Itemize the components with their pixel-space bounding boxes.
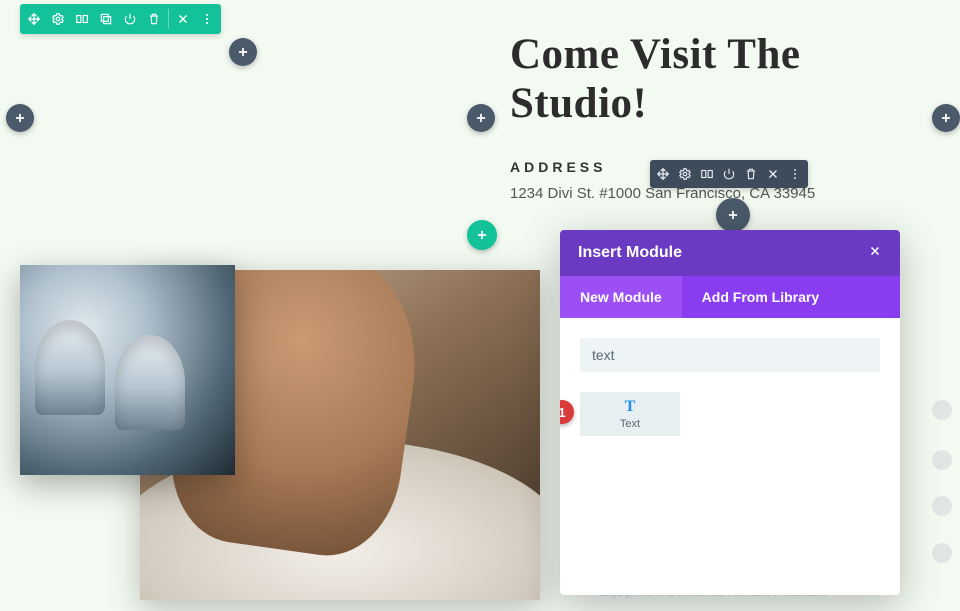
modal-body: T Text 1 [560, 318, 900, 595]
columns-icon[interactable] [697, 164, 717, 184]
tab-add-from-library[interactable]: Add From Library [682, 276, 839, 318]
section-toolbar [20, 4, 221, 34]
module-toolbar [650, 160, 808, 188]
modal-title: Insert Module [578, 244, 682, 262]
image-stack [20, 270, 545, 600]
modal-header[interactable]: Insert Module [560, 230, 900, 276]
add-column-right-button[interactable] [932, 104, 960, 132]
gear-icon[interactable] [675, 164, 695, 184]
page-canvas: Come Visit The Studio! ADDRESS 1234 Divi… [0, 0, 960, 611]
ghost-add-2[interactable] [932, 450, 952, 470]
page-heading: Come Visit The Studio! [510, 30, 910, 129]
step-badge-1: 1 [560, 400, 574, 424]
columns-icon[interactable] [71, 8, 93, 30]
tab-new-module[interactable]: New Module [560, 276, 682, 318]
add-column-left-button[interactable] [6, 104, 34, 132]
more-icon[interactable] [785, 164, 805, 184]
modal-tabs: New Module Add From Library [560, 276, 900, 318]
module-item-text[interactable]: T Text [580, 392, 680, 436]
add-section-button[interactable] [229, 38, 257, 66]
close-icon[interactable] [868, 244, 882, 263]
trash-icon[interactable] [741, 164, 761, 184]
pottery-cups-image [20, 265, 235, 475]
power-icon[interactable] [119, 8, 141, 30]
trash-icon[interactable] [143, 8, 165, 30]
gear-icon[interactable] [47, 8, 69, 30]
module-item-label: Text [620, 418, 640, 430]
module-search-input[interactable] [580, 338, 880, 372]
close-icon[interactable] [763, 164, 783, 184]
ghost-add-4[interactable] [932, 543, 952, 563]
ghost-add-3[interactable] [932, 496, 952, 516]
insert-module-modal: Insert Module New Module Add From Librar… [560, 230, 900, 595]
text-module-icon: T [625, 398, 636, 416]
add-column-mid-button[interactable] [467, 104, 495, 132]
ghost-add-1[interactable] [932, 400, 952, 420]
close-icon[interactable] [172, 8, 194, 30]
move-icon[interactable] [23, 8, 45, 30]
add-row-button[interactable] [467, 220, 497, 250]
power-icon[interactable] [719, 164, 739, 184]
toolbar-separator [168, 9, 169, 29]
duplicate-icon[interactable] [95, 8, 117, 30]
more-icon[interactable] [196, 8, 218, 30]
move-icon[interactable] [653, 164, 673, 184]
add-module-button[interactable] [716, 198, 750, 232]
